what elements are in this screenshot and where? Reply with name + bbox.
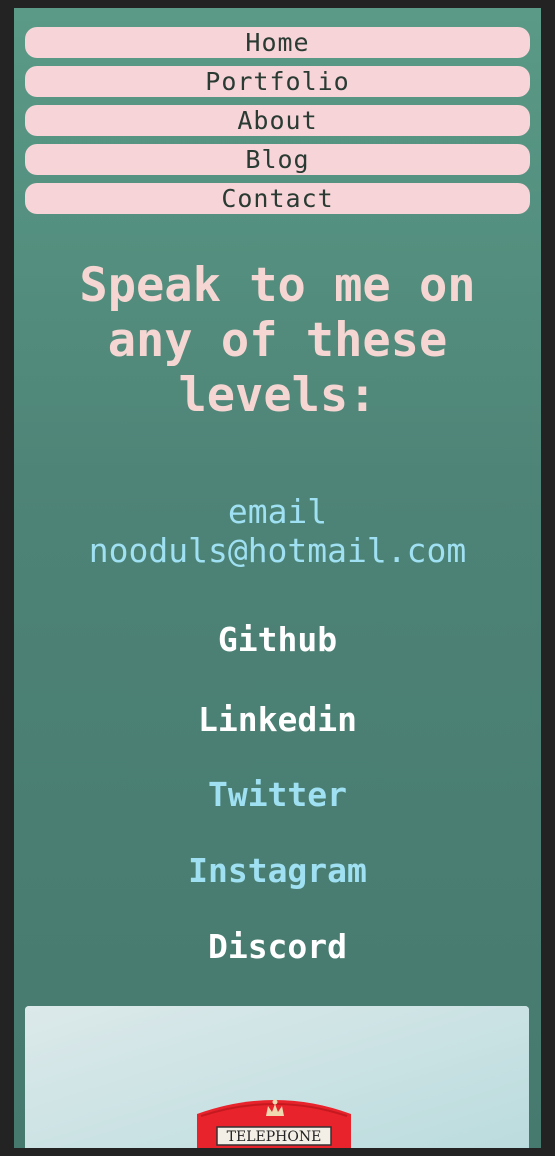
heading-line-2: any of these (107, 313, 448, 368)
page-heading: Speak to me on any of these levels: (14, 258, 541, 423)
nav-item-portfolio[interactable]: Portfolio (25, 66, 530, 97)
discord-link[interactable]: Discord (14, 927, 541, 967)
nav-item-blog[interactable]: Blog (25, 144, 530, 175)
github-link[interactable]: Github (14, 620, 541, 660)
linkedin-link[interactable]: Linkedin (14, 700, 541, 740)
heading-line-1: Speak to me on (79, 258, 476, 313)
nav-item-home[interactable]: Home (25, 27, 530, 58)
telephone-booth-image (25, 1006, 529, 1148)
nav-item-contact[interactable]: Contact (25, 183, 530, 214)
main-nav: Home Portfolio About Blog Contact (25, 27, 530, 222)
email-address-link[interactable]: nooduls@hotmail.com (14, 531, 541, 570)
heading-line-3: levels: (178, 368, 377, 423)
instagram-link[interactable]: Instagram (14, 851, 541, 891)
page-frame: Home Portfolio About Blog Contact Speak … (14, 8, 541, 1148)
telephone-booth-photo: TELEPHONE (25, 1006, 529, 1148)
twitter-link[interactable]: Twitter (14, 775, 541, 815)
email-label: email (227, 492, 328, 531)
nav-item-about[interactable]: About (25, 105, 530, 136)
booth-sign-text: TELEPHONE (226, 1129, 322, 1145)
email-contact[interactable]: email nooduls@hotmail.com (14, 492, 541, 570)
